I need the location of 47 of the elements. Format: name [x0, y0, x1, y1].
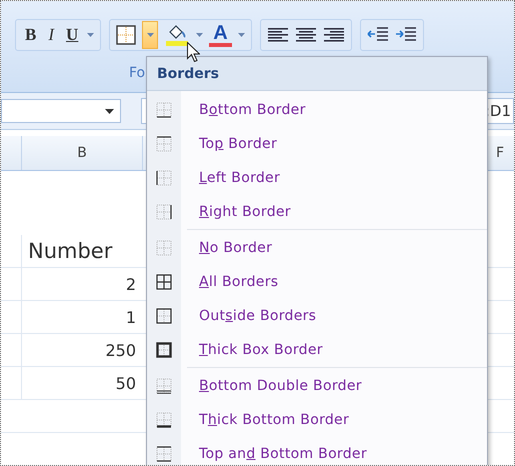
border-icon: [156, 342, 172, 358]
menu-item[interactable]: Top Border: [147, 127, 487, 161]
menu-item[interactable]: Right Border: [147, 195, 487, 229]
column-header[interactable]: B: [22, 136, 143, 170]
table-cell-text: 2: [124, 274, 137, 296]
align-left-icon[interactable]: [266, 27, 289, 43]
column-header[interactable]: F: [488, 136, 514, 170]
border-icon: [156, 102, 172, 118]
border-icon: [156, 204, 172, 220]
caret-icon[interactable]: [238, 33, 245, 37]
underline-button[interactable]: U: [63, 25, 82, 45]
border-icon: [156, 274, 172, 290]
menu-item[interactable]: Thick Box Border: [147, 333, 487, 367]
table-cell-text: 1: [124, 306, 137, 328]
border-icon: [156, 412, 172, 428]
table-cell-text: Number: [27, 238, 114, 265]
align-right-icon[interactable]: [322, 27, 345, 43]
align-center-icon[interactable]: [294, 27, 317, 43]
menu-item[interactable]: Top and Bottom Border: [147, 437, 487, 465]
caret-icon: [146, 33, 154, 37]
border-icon: [156, 240, 172, 256]
menu-title: Borders: [157, 66, 219, 82]
menu-item[interactable]: Bottom Double Border: [147, 369, 487, 403]
fill-color-icon[interactable]: [164, 23, 190, 47]
group-label: Fo: [129, 65, 146, 81]
bold-button[interactable]: B: [22, 25, 40, 45]
border-icon: [156, 378, 172, 394]
menu-item[interactable]: Thick Bottom Border: [147, 403, 487, 437]
decrease-indent-icon[interactable]: [366, 26, 389, 44]
table-cell-text: 250: [104, 340, 137, 362]
border-icon: [156, 308, 172, 324]
menu-item[interactable]: Outside Borders: [147, 299, 487, 333]
increase-indent-icon[interactable]: [394, 26, 417, 44]
table-cell-text: 50: [114, 372, 137, 394]
border-icon: [156, 170, 172, 186]
italic-button[interactable]: I: [45, 25, 58, 45]
menu-item[interactable]: No Border: [147, 231, 487, 265]
font-color-button[interactable]: A: [209, 23, 232, 47]
caret-icon[interactable]: [87, 33, 94, 37]
caret-icon[interactable]: [196, 33, 204, 37]
border-icon: [156, 136, 172, 152]
borders-icon[interactable]: [116, 25, 136, 45]
menu-item[interactable]: Bottom Border: [147, 93, 487, 127]
borders-dropdown[interactable]: [142, 21, 158, 49]
menu-item[interactable]: Left Border: [147, 161, 487, 195]
border-icon: [156, 446, 172, 462]
menu-item[interactable]: All Borders: [147, 265, 487, 299]
